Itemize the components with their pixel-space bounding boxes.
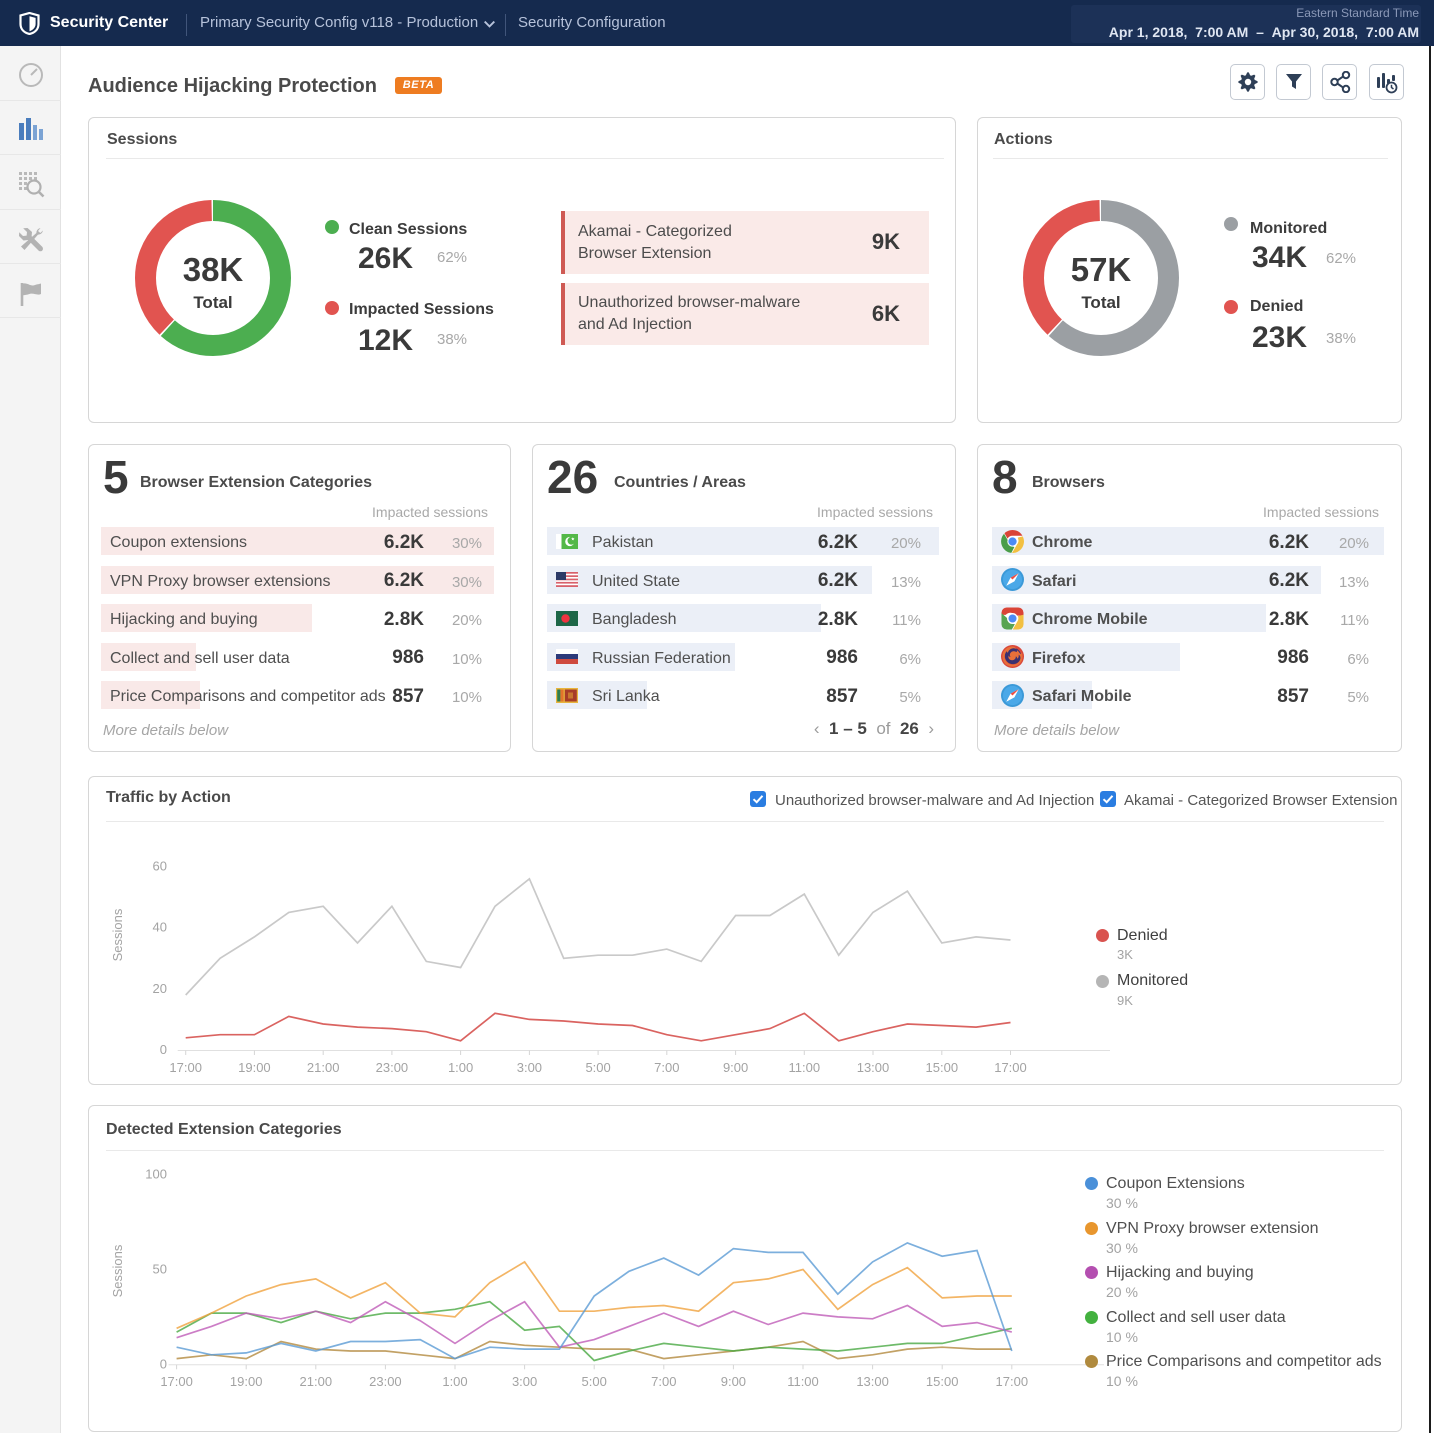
svg-text:17:00: 17:00 bbox=[994, 1060, 1027, 1075]
svg-text:0: 0 bbox=[160, 1356, 167, 1371]
svg-text:60: 60 bbox=[153, 859, 167, 874]
svg-text:17:00: 17:00 bbox=[169, 1060, 202, 1075]
svg-text:7:00: 7:00 bbox=[651, 1374, 676, 1389]
svg-text:23:00: 23:00 bbox=[369, 1374, 402, 1389]
svg-text:5:00: 5:00 bbox=[582, 1374, 607, 1389]
svg-text:21:00: 21:00 bbox=[307, 1060, 340, 1075]
svg-text:17:00: 17:00 bbox=[996, 1374, 1029, 1389]
svg-text:100: 100 bbox=[145, 1167, 167, 1182]
svg-text:0: 0 bbox=[160, 1042, 167, 1057]
svg-text:11:00: 11:00 bbox=[789, 1060, 821, 1075]
svg-text:1:00: 1:00 bbox=[442, 1374, 467, 1389]
svg-text:7:00: 7:00 bbox=[654, 1060, 679, 1075]
svg-text:23:00: 23:00 bbox=[376, 1060, 409, 1075]
svg-text:Sessions: Sessions bbox=[110, 1244, 125, 1297]
svg-text:9:00: 9:00 bbox=[721, 1374, 746, 1389]
svg-text:21:00: 21:00 bbox=[300, 1374, 333, 1389]
svg-text:19:00: 19:00 bbox=[238, 1060, 271, 1075]
svg-text:50: 50 bbox=[153, 1262, 167, 1277]
svg-text:20: 20 bbox=[153, 981, 167, 996]
svg-text:1:00: 1:00 bbox=[448, 1060, 473, 1075]
svg-text:5:00: 5:00 bbox=[585, 1060, 610, 1075]
svg-text:Sessions: Sessions bbox=[110, 908, 125, 961]
svg-text:9:00: 9:00 bbox=[723, 1060, 748, 1075]
svg-text:13:00: 13:00 bbox=[856, 1374, 889, 1389]
svg-text:17:00: 17:00 bbox=[160, 1374, 193, 1389]
svg-text:40: 40 bbox=[153, 920, 167, 935]
svg-text:15:00: 15:00 bbox=[926, 1374, 959, 1389]
svg-text:19:00: 19:00 bbox=[230, 1374, 263, 1389]
svg-text:13:00: 13:00 bbox=[857, 1060, 890, 1075]
svg-text:3:00: 3:00 bbox=[512, 1374, 537, 1389]
svg-text:15:00: 15:00 bbox=[926, 1060, 959, 1075]
svg-text:3:00: 3:00 bbox=[517, 1060, 542, 1075]
svg-text:11:00: 11:00 bbox=[787, 1374, 819, 1389]
